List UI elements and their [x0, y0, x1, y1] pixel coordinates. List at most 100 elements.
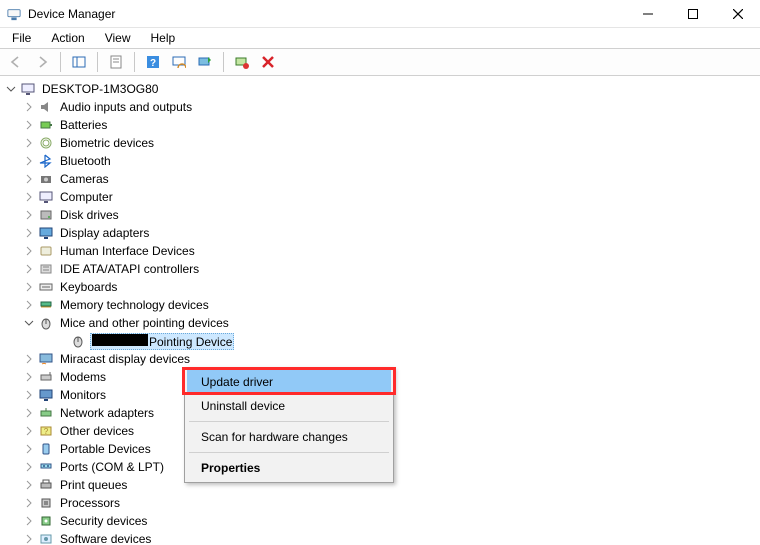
- minimize-button[interactable]: [625, 0, 670, 28]
- tree-category[interactable]: Human Interface Devices: [2, 242, 760, 260]
- tree-category[interactable]: Bluetooth: [2, 152, 760, 170]
- tree-category[interactable]: Batteries: [2, 116, 760, 134]
- toolbar-remove-button[interactable]: [256, 51, 280, 73]
- chevron-right-icon[interactable]: [22, 298, 36, 312]
- chevron-right-icon[interactable]: [22, 370, 36, 384]
- chevron-right-icon[interactable]: [22, 118, 36, 132]
- tree-category-label: Monitors: [58, 388, 108, 402]
- chevron-right-icon[interactable]: [22, 190, 36, 204]
- context-menu-properties[interactable]: Properties: [187, 456, 391, 480]
- tree-category[interactable]: Processors: [2, 494, 760, 512]
- speaker-icon: [38, 99, 54, 115]
- tree-category[interactable]: IDE ATA/ATAPI controllers: [2, 260, 760, 278]
- tree-category[interactable]: Security devices: [2, 512, 760, 530]
- toolbar-show-tree-button[interactable]: [67, 51, 91, 73]
- context-menu-update-driver[interactable]: Update driver: [187, 370, 391, 394]
- keyboard-icon: [38, 279, 54, 295]
- chevron-right-icon[interactable]: [22, 424, 36, 438]
- tree-category[interactable]: Display adapters: [2, 224, 760, 242]
- menu-file[interactable]: File: [4, 29, 39, 47]
- security-icon: [38, 513, 54, 529]
- tree-category-label: IDE ATA/ATAPI controllers: [58, 262, 201, 276]
- disk-icon: [38, 207, 54, 223]
- chevron-right-icon[interactable]: [22, 136, 36, 150]
- tree-category-label: Portable Devices: [58, 442, 153, 456]
- bluetooth-icon: [38, 153, 54, 169]
- context-menu-uninstall[interactable]: Uninstall device: [187, 394, 391, 418]
- tree-category[interactable]: Audio inputs and outputs: [2, 98, 760, 116]
- computer-icon: [38, 189, 54, 205]
- tree-category-label: Keyboards: [58, 280, 119, 294]
- close-button[interactable]: [715, 0, 760, 28]
- window-title: Device Manager: [28, 7, 115, 21]
- menu-help[interactable]: Help: [143, 29, 184, 47]
- toolbar: ?: [0, 48, 760, 76]
- toolbar-help-button[interactable]: ?: [141, 51, 165, 73]
- chevron-right-icon[interactable]: [22, 226, 36, 240]
- tree-category[interactable]: Miracast display devices: [2, 350, 760, 368]
- tree-category-label: Disk drives: [58, 208, 121, 222]
- tree-root[interactable]: DESKTOP-1M3OG80: [2, 80, 760, 98]
- chevron-right-icon[interactable]: [22, 280, 36, 294]
- tree-device-label: Pointing Device: [90, 333, 234, 350]
- menu-view[interactable]: View: [97, 29, 139, 47]
- toolbar-scan-button[interactable]: [167, 51, 191, 73]
- context-menu-separator: [189, 452, 389, 453]
- tree-category[interactable]: Mice and other pointing devices: [2, 314, 760, 332]
- software-icon: [38, 531, 54, 545]
- tree-category-label: Mice and other pointing devices: [58, 316, 231, 330]
- toolbar-update-driver-button[interactable]: [193, 51, 217, 73]
- tree-category-label: Modems: [58, 370, 108, 384]
- chevron-right-icon[interactable]: [22, 262, 36, 276]
- tree-category-label: Memory technology devices: [58, 298, 211, 312]
- tree-category-label: Display adapters: [58, 226, 151, 240]
- app-icon: [6, 6, 22, 22]
- chevron-right-icon[interactable]: [22, 352, 36, 366]
- tree-category[interactable]: Software devices: [2, 530, 760, 545]
- tree-category-label: Other devices: [58, 424, 136, 438]
- chevron-right-icon[interactable]: [22, 460, 36, 474]
- tree-category[interactable]: Keyboards: [2, 278, 760, 296]
- tree-category-label: Ports (COM & LPT): [58, 460, 166, 474]
- chevron-right-icon[interactable]: [22, 496, 36, 510]
- tree-category-label: Network adapters: [58, 406, 156, 420]
- chevron-right-icon[interactable]: [22, 514, 36, 528]
- chevron-right-icon[interactable]: [22, 478, 36, 492]
- menu-action[interactable]: Action: [43, 29, 92, 47]
- maximize-button[interactable]: [670, 0, 715, 28]
- chevron-down-icon[interactable]: [22, 316, 36, 330]
- forward-button[interactable]: [30, 51, 54, 73]
- monitor-icon: [38, 387, 54, 403]
- chevron-right-icon[interactable]: [22, 532, 36, 545]
- tree-category-label: Print queues: [58, 478, 129, 492]
- chevron-right-icon[interactable]: [22, 406, 36, 420]
- chevron-right-icon[interactable]: [22, 100, 36, 114]
- chevron-down-icon[interactable]: [4, 82, 18, 96]
- toolbar-uninstall-button[interactable]: [230, 51, 254, 73]
- toolbar-properties-button[interactable]: [104, 51, 128, 73]
- tree-category[interactable]: Cameras: [2, 170, 760, 188]
- svg-text:?: ?: [44, 427, 49, 436]
- chevron-right-icon[interactable]: [22, 208, 36, 222]
- tree-category[interactable]: Disk drives: [2, 206, 760, 224]
- tree-category[interactable]: Biometric devices: [2, 134, 760, 152]
- chevron-right-icon[interactable]: [22, 388, 36, 402]
- toolbar-separator: [97, 52, 98, 72]
- tree-category-label: Software devices: [58, 532, 153, 545]
- chevron-right-icon[interactable]: [22, 172, 36, 186]
- context-menu-separator: [189, 421, 389, 422]
- printer-icon: [38, 477, 54, 493]
- tree-category[interactable]: Computer: [2, 188, 760, 206]
- chevron-right-icon[interactable]: [22, 244, 36, 258]
- other-icon: ?: [38, 423, 54, 439]
- network-icon: [38, 405, 54, 421]
- chevron-right-icon[interactable]: [22, 154, 36, 168]
- chevron-right-icon[interactable]: [22, 442, 36, 456]
- tree-device[interactable]: Pointing Device: [2, 332, 760, 350]
- tree-category[interactable]: Memory technology devices: [2, 296, 760, 314]
- hid-icon: [38, 243, 54, 259]
- menubar: File Action View Help: [0, 28, 760, 48]
- back-button[interactable]: [4, 51, 28, 73]
- context-menu-scan[interactable]: Scan for hardware changes: [187, 425, 391, 449]
- computer-root-icon: [20, 81, 36, 97]
